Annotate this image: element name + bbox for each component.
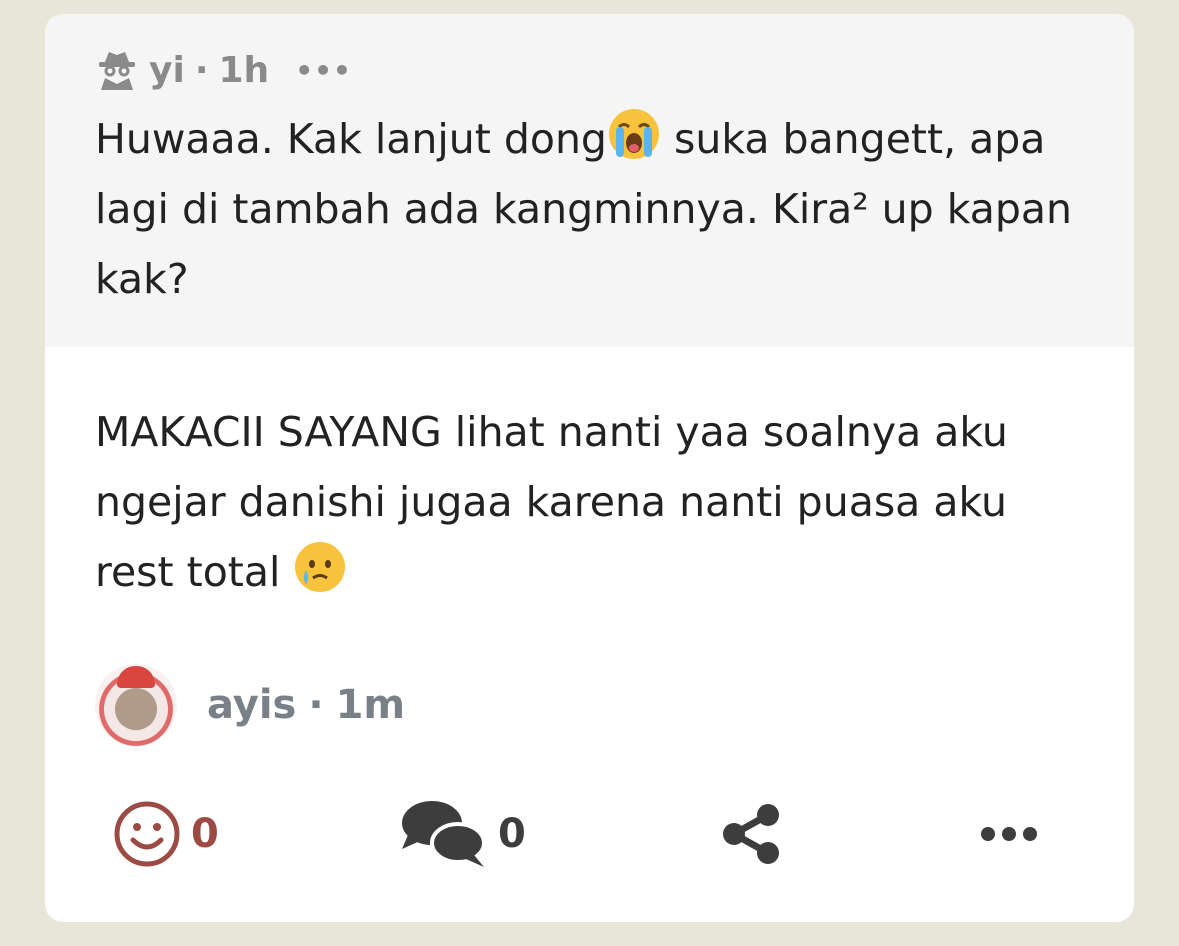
quoted-time: 1h — [218, 49, 270, 91]
comment-button[interactable]: 0 — [400, 794, 526, 874]
more-options-button[interactable] — [980, 794, 1038, 874]
face-holding-back-tears-emoji-icon — [295, 542, 346, 592]
reaction-button[interactable]: 0 — [113, 794, 219, 874]
comment-count: 0 — [498, 811, 526, 857]
meta-separator: · — [194, 49, 209, 91]
quoted-text: Huwaaa. Kak lanjut dong suka bangett, ap… — [95, 104, 1085, 314]
reply-author[interactable]: ayis · 1m — [95, 664, 405, 746]
loudly-crying-face-emoji-icon — [608, 109, 659, 159]
meta-separator: · — [308, 682, 324, 728]
author-time: 1m — [335, 682, 406, 728]
quoted-comment[interactable]: yi · 1h ••• Huwaaa. Kak lanjut dong suka… — [45, 14, 1134, 347]
author-username[interactable]: ayis — [207, 682, 296, 728]
comments-icon — [402, 801, 486, 867]
comment-card: yi · 1h ••• Huwaaa. Kak lanjut dong suka… — [45, 14, 1134, 922]
share-button[interactable] — [720, 794, 782, 874]
reply-text: MAKACII SAYANG lihat nanti yaa soalnya a… — [45, 347, 1134, 607]
reaction-count: 0 — [191, 811, 219, 857]
quoted-text-start: Huwaaa. Kak lanjut dong — [95, 115, 607, 163]
share-icon — [723, 804, 779, 864]
action-bar: 0 0 — [45, 794, 1134, 874]
smiley-icon — [114, 801, 180, 867]
quoted-more-button[interactable]: ••• — [295, 54, 352, 87]
reply-text-body: MAKACII SAYANG lihat nanti yaa soalnya a… — [95, 408, 1008, 596]
santa-hat-icon — [117, 666, 155, 688]
more-horizontal-icon — [981, 827, 1037, 841]
avatar[interactable] — [95, 664, 177, 746]
quoted-username[interactable]: yi — [149, 50, 185, 91]
anonymous-spy-icon — [99, 52, 135, 90]
quoted-meta: yi · 1h ••• — [95, 44, 1084, 96]
